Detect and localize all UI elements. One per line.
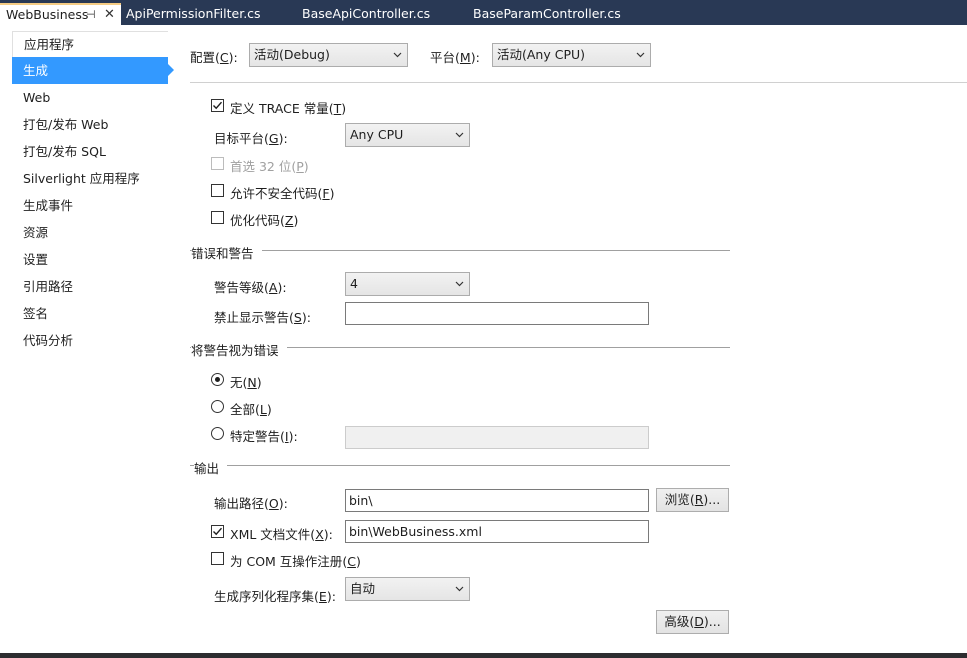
nav-item-resources[interactable]: 资源 <box>12 219 168 246</box>
warning-level-dropdown[interactable]: 4 <box>345 272 470 296</box>
prefer32-checkbox[interactable] <box>211 157 224 170</box>
nav-item-reference-paths[interactable]: 引用路径 <box>12 273 168 300</box>
tab-label: BaseApiController.cs <box>302 6 431 21</box>
config-value: 活动(Debug) <box>254 47 330 62</box>
allow-unsafe-label: 允许不安全代码(F) <box>230 186 335 201</box>
chevron-down-icon <box>455 586 464 592</box>
suppress-warnings-input[interactable] <box>345 302 649 325</box>
tab-label: BaseParamController.cs <box>473 6 621 21</box>
treat-warnings-section-title: 将警告视为错误 <box>191 340 287 359</box>
target-platform-label: 目标平台(G): <box>214 131 288 146</box>
check-icon <box>213 101 223 110</box>
tab-label: WebBusiness <box>6 7 89 22</box>
tab-baseapicontroller[interactable]: BaseApiController.cs <box>302 3 430 25</box>
nav-item-settings[interactable]: 设置 <box>12 246 168 273</box>
xml-doc-checkbox[interactable] <box>211 525 224 538</box>
treat-warnings-all-label: 全部(L) <box>230 402 272 417</box>
nav-selected-arrow <box>168 64 174 76</box>
treat-warnings-all-radio[interactable] <box>211 400 224 413</box>
warning-level-value: 4 <box>350 276 358 291</box>
platform-label: 平台(M): <box>430 50 480 65</box>
platform-dropdown[interactable]: 活动(Any CPU) <box>492 43 651 67</box>
specific-warnings-input[interactable] <box>345 426 649 449</box>
xml-doc-path-input[interactable]: bin\WebBusiness.xml <box>345 520 649 543</box>
check-icon <box>213 527 223 536</box>
treat-warnings-specific-label: 特定警告(I): <box>230 429 298 444</box>
config-label: 配置(C): <box>190 50 238 65</box>
advanced-button[interactable]: 高级(D)... <box>656 610 729 634</box>
tab-label: ApiPermissionFilter.cs <box>126 6 261 21</box>
serialization-dropdown[interactable]: 自动 <box>345 577 470 601</box>
allow-unsafe-checkbox[interactable] <box>211 184 224 197</box>
output-path-label: 输出路径(O): <box>214 496 288 511</box>
nav-item-package-web[interactable]: 打包/发布 Web <box>12 111 168 138</box>
com-interop-label: 为 COM 互操作注册(C) <box>230 554 361 569</box>
nav-item-code-analysis[interactable]: 代码分析 <box>12 327 168 354</box>
output-path-input[interactable]: bin\ <box>345 489 649 512</box>
suppress-warnings-label: 禁止显示警告(S): <box>214 310 311 325</box>
nav-item-build-events[interactable]: 生成事件 <box>12 192 168 219</box>
chevron-down-icon <box>455 132 464 138</box>
treat-warnings-none-label: 无(N) <box>230 375 262 390</box>
nav-item-application[interactable]: 应用程序 <box>12 31 168 58</box>
header-divider <box>190 82 967 83</box>
chevron-down-icon <box>393 52 402 58</box>
nav-item-build[interactable]: 生成 <box>12 57 168 84</box>
define-trace-checkbox[interactable] <box>211 99 224 112</box>
chevron-down-icon <box>455 281 464 287</box>
errors-section-divider <box>190 250 730 251</box>
optimize-label: 优化代码(Z) <box>230 213 299 228</box>
close-icon[interactable]: ✕ <box>104 5 115 24</box>
treat-warnings-none-radio[interactable] <box>211 373 224 386</box>
platform-value: 活动(Any CPU) <box>497 47 586 62</box>
pin-icon[interactable]: ⊣ <box>86 5 96 24</box>
serialization-value: 自动 <box>350 581 376 596</box>
browse-button[interactable]: 浏览(R)... <box>656 488 729 512</box>
serialization-label: 生成序列化程序集(E): <box>214 589 336 604</box>
tab-webbusiness[interactable]: WebBusiness ⊣ ✕ <box>0 3 121 25</box>
target-platform-value: Any CPU <box>350 127 404 142</box>
treat-warnings-specific-radio[interactable] <box>211 427 224 440</box>
optimize-checkbox[interactable] <box>211 211 224 224</box>
tab-baseparamcontroller[interactable]: BaseParamController.cs <box>473 3 621 25</box>
nav-item-silverlight[interactable]: Silverlight 应用程序 <box>12 165 168 192</box>
output-section-title: 输出 <box>194 458 228 477</box>
prefer32-label: 首选 32 位(P) <box>230 159 309 174</box>
output-section-divider <box>190 465 730 466</box>
project-properties-page: 应用程序 生成 Web 打包/发布 Web 打包/发布 SQL Silverli… <box>0 25 967 653</box>
nav-item-web[interactable]: Web <box>12 84 168 111</box>
properties-nav: 应用程序 生成 Web 打包/发布 Web 打包/发布 SQL Silverli… <box>0 25 180 653</box>
document-tab-bar: WebBusiness ⊣ ✕ ApiPermissionFilter.cs B… <box>0 0 967 25</box>
bottom-border <box>0 653 967 658</box>
define-trace-label: 定义 TRACE 常量(T) <box>230 101 347 116</box>
radio-selected-dot <box>215 377 220 382</box>
config-dropdown[interactable]: 活动(Debug) <box>249 43 408 67</box>
target-platform-dropdown[interactable]: Any CPU <box>345 123 470 147</box>
warning-level-label: 警告等级(A): <box>214 280 287 295</box>
errors-section-title: 错误和警告 <box>191 243 262 262</box>
nav-item-signing[interactable]: 签名 <box>12 300 168 327</box>
com-interop-checkbox[interactable] <box>211 552 224 565</box>
tab-apipermissionfilter[interactable]: ApiPermissionFilter.cs <box>126 3 261 25</box>
chevron-down-icon <box>636 52 645 58</box>
nav-item-package-sql[interactable]: 打包/发布 SQL <box>12 138 168 165</box>
xml-doc-label: XML 文档文件(X): <box>230 527 333 542</box>
